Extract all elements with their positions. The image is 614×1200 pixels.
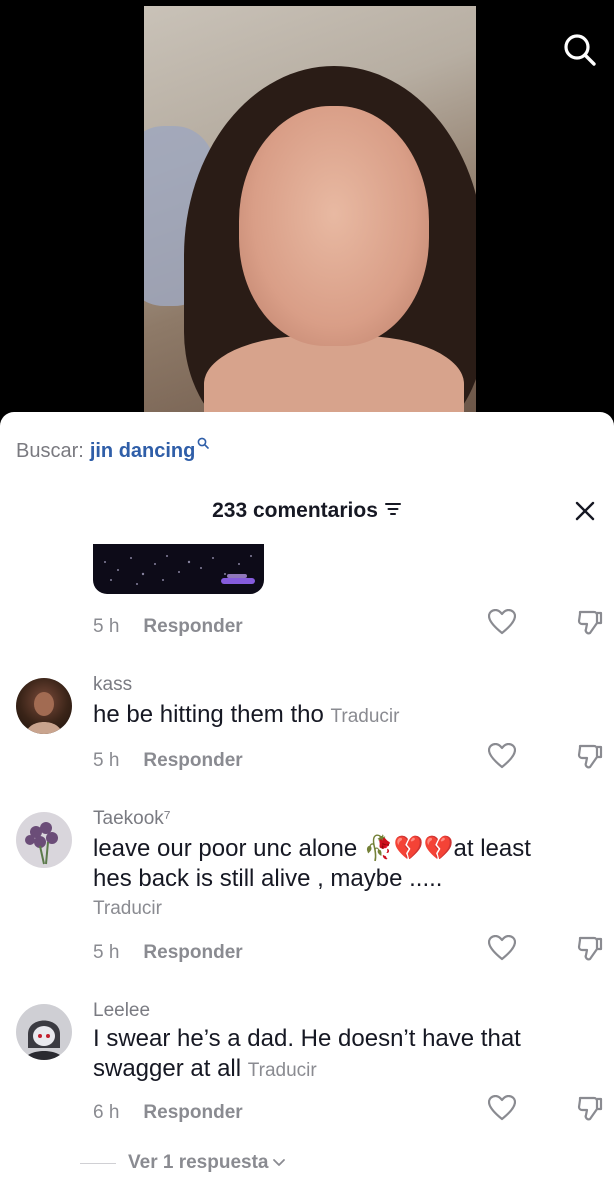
comment-time: 5 h — [93, 942, 120, 963]
video-player[interactable] — [0, 0, 614, 440]
comment-meta-0: 5 h Responder — [93, 616, 243, 638]
comment-count: 233 comentarios — [212, 499, 378, 522]
search-suggestion[interactable]: Buscar: jin dancing — [16, 437, 210, 463]
search-label: Buscar: — [16, 440, 84, 462]
comment-username[interactable]: Leelee — [93, 1000, 150, 1022]
comment-meta-2: 5 h Responder — [93, 942, 243, 964]
comment-count-sort[interactable]: 233 comentarios — [212, 499, 402, 523]
avatar[interactable] — [16, 1004, 72, 1060]
sort-icon[interactable] — [384, 499, 402, 523]
view-replies[interactable]: Ver 1 respuesta — [80, 1152, 286, 1174]
avatar[interactable] — [16, 812, 72, 868]
comment-time: 5 h — [93, 616, 120, 637]
comment-username[interactable]: Taekook⁷ — [93, 808, 171, 830]
like-heart-icon[interactable] — [484, 604, 520, 640]
translate-link[interactable]: Traducir — [248, 1060, 317, 1081]
like-heart-icon[interactable] — [484, 930, 520, 966]
reply-button[interactable]: Responder — [143, 1102, 242, 1124]
like-heart-icon[interactable] — [484, 738, 520, 774]
dislike-icon[interactable] — [572, 738, 608, 774]
view-replies-label[interactable]: Ver 1 respuesta — [128, 1152, 268, 1174]
comment-text-line: I swear he’s a dad. He doesn’t have that — [93, 1025, 521, 1052]
dislike-icon[interactable] — [572, 1090, 608, 1126]
dislike-icon[interactable] — [572, 930, 608, 966]
comments-header: 233 comentarios — [0, 496, 614, 526]
comment-text: he be hitting them tho Traducir — [93, 700, 593, 732]
reply-button[interactable]: Responder — [143, 616, 242, 638]
comment-image[interactable] — [93, 544, 264, 594]
comment-text: leave our poor unc alone 🥀💔💔at least hes… — [93, 834, 593, 894]
comment-meta-3: 6 h Responder — [93, 1102, 243, 1124]
chevron-down-icon[interactable] — [272, 1158, 286, 1168]
search-icon[interactable] — [560, 30, 600, 70]
translate-link[interactable]: Traducir — [93, 898, 162, 920]
comments-sheet: Buscar: jin dancing 233 comentarios 5 h … — [0, 412, 614, 1200]
comment-username[interactable]: kass — [93, 674, 132, 696]
search-term-link[interactable]: jin dancing — [90, 440, 196, 463]
comment-text: I swear he’s a dad. He doesn’t have that… — [93, 1024, 593, 1086]
comment-text-line: hes back is still alive , maybe ..... — [93, 865, 443, 892]
reply-button[interactable]: Responder — [143, 942, 242, 964]
divider — [80, 1162, 116, 1164]
reply-button[interactable]: Responder — [143, 750, 242, 772]
comment-time: 5 h — [93, 750, 120, 771]
dislike-icon[interactable] — [572, 604, 608, 640]
comment-text-body: he be hitting them tho — [93, 701, 324, 728]
search-mini-icon — [197, 432, 210, 455]
translate-link[interactable]: Traducir — [331, 706, 400, 727]
like-heart-icon[interactable] — [484, 1090, 520, 1126]
comment-text-line: leave our poor unc alone 🥀💔💔at least — [93, 835, 531, 862]
video-frame[interactable] — [144, 6, 476, 426]
comment-time: 6 h — [93, 1102, 120, 1123]
comment-meta-1: 5 h Responder — [93, 750, 243, 772]
avatar[interactable] — [16, 678, 72, 734]
close-icon[interactable] — [570, 496, 600, 526]
comment-text-line: swagger at all — [93, 1055, 242, 1082]
comment-text-line-with-translate: swagger at all Traducir — [93, 1054, 593, 1086]
video-face — [239, 106, 429, 346]
